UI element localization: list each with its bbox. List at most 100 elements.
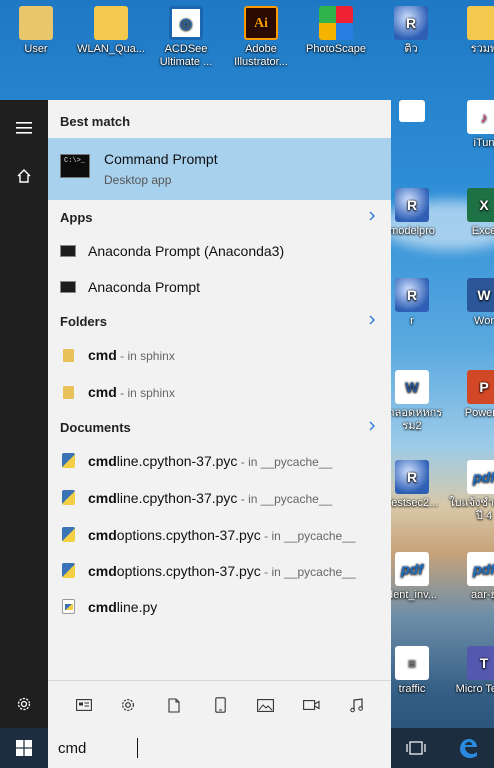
apps-heading: Apps (60, 210, 93, 225)
desktop-icon-powerpoint[interactable]: P PowerP (448, 370, 494, 420)
r-icon: R (395, 188, 429, 222)
taskbar (0, 728, 494, 768)
pdf-icon: pdf (395, 552, 429, 586)
desktop-icon-illustrator[interactable]: Ai Adobe Illustrator... (225, 6, 297, 69)
r-icon: R (395, 278, 429, 312)
folder-icon (63, 386, 74, 399)
list-item-label: cmdline.cpython-37.pyc - in __pycache__ (88, 453, 332, 469)
best-match-command-prompt[interactable]: C:\>_ Command Prompt Desktop app (48, 138, 391, 200)
folder-icon (94, 6, 128, 40)
start-rail (0, 100, 48, 728)
list-item-anaconda3[interactable]: Anaconda Prompt (Anaconda3) (48, 233, 391, 269)
python-file-icon (62, 453, 75, 468)
desktop-icon-label: Wor (474, 315, 494, 327)
settings-filter-icon[interactable] (118, 695, 138, 715)
location-text: - in __pycache__ (260, 529, 356, 543)
list-item-label: cmdoptions.cpython-37.pyc - in __pycache… (88, 563, 356, 579)
rest-text: options.cpython-37.pyc (116, 527, 261, 543)
desktop-icon-label: PowerP (464, 407, 494, 419)
match-text: cmd (88, 599, 117, 615)
home-icon[interactable] (0, 152, 48, 200)
desktop-icon-label: Micro Team (455, 683, 494, 695)
rest-text: line.py (116, 599, 158, 615)
documents-filter-icon[interactable] (164, 695, 184, 715)
edge-browser-icon[interactable] (444, 728, 492, 768)
list-item-label: cmdoptions.cpython-37.pyc - in __pycache… (88, 527, 356, 543)
list-item-label: Anaconda Prompt (88, 279, 201, 295)
command-prompt-icon: C:\>_ (60, 154, 90, 178)
desktop-icon-label: User (24, 43, 48, 55)
word-doc-icon: W (395, 370, 429, 404)
illustrator-icon: Ai (244, 6, 278, 40)
desktop-icon-ruam[interactable]: รวมพ (448, 6, 494, 56)
desktop-icon-label: WLAN_Qua... (77, 43, 145, 55)
location-text: - in __pycache__ (237, 455, 333, 469)
desktop-icon-acdsee[interactable]: ◎ ACDSee Ultimate ... (150, 6, 222, 69)
list-item-folder-cmd[interactable]: cmd - in sphinx (48, 337, 391, 373)
location-text: - in sphinx (116, 349, 175, 363)
desktop-icon-word[interactable]: W Wor (448, 278, 494, 328)
desktop-icon-label: aar-ยุ (470, 589, 494, 601)
text-caret (137, 738, 138, 758)
taskbar-search-box[interactable] (48, 728, 391, 768)
rest-text: line.cpython-37.pyc (116, 490, 238, 506)
desktop-icon-itunes[interactable]: ♪ iTun (448, 100, 494, 150)
match-text: cmd (88, 527, 117, 543)
apps-filter-icon[interactable] (74, 695, 94, 715)
list-item-document[interactable]: cmdline.py (48, 589, 391, 625)
best-match-subtitle: Desktop app (104, 173, 172, 187)
match-text: cmd (88, 563, 117, 579)
search-input[interactable] (58, 737, 378, 759)
apps-chevron-right-icon[interactable] (367, 211, 377, 221)
list-item-folder-cmd[interactable]: cmd - in sphinx (48, 374, 391, 410)
desktop-icon-photoscape[interactable]: PhotoScape (300, 6, 372, 56)
photoscape-icon (319, 6, 353, 40)
desktop-icon-pdf-term[interactable]: pdf ใบแจ้งชำเทอม ปี 4 (448, 460, 494, 523)
desktop-icon-user[interactable]: User (0, 6, 72, 56)
r-icon: R (395, 460, 429, 494)
folder-icon (63, 349, 74, 362)
task-view-icon[interactable] (392, 728, 440, 768)
windows-start-icon[interactable] (0, 728, 48, 768)
desktop-icon-label: ใบแจ้งชำเทอม ปี 4 (449, 497, 494, 522)
music-filter-icon[interactable] (347, 695, 367, 715)
excel-icon: X (467, 188, 494, 222)
command-prompt-icon-text: C:\>_ (64, 157, 86, 165)
search-results-panel: Best match C:\>_ Command Prompt Desktop … (48, 100, 391, 728)
desktop-icon-excel[interactable]: X Exce (448, 188, 494, 238)
teams-icon: T (467, 646, 494, 680)
pdf-icon: pdf (467, 552, 494, 586)
list-item-label: Anaconda Prompt (Anaconda3) (88, 243, 285, 259)
list-item-document[interactable]: cmdoptions.cpython-37.pyc - in __pycache… (48, 517, 391, 553)
list-item-anaconda[interactable]: Anaconda Prompt (48, 269, 391, 305)
desktop-icon-wlan[interactable]: WLAN_Qua... (75, 6, 147, 56)
folders-heading: Folders (60, 314, 107, 329)
desktop-icon-pdf-aar[interactable]: pdf aar-ยุ (448, 552, 494, 602)
photos-filter-icon[interactable] (255, 695, 275, 715)
desktop-icon-label: ติว (404, 43, 418, 55)
match-text: cmd (88, 453, 117, 469)
desktop-icon-tiw[interactable]: R ติว (375, 6, 447, 56)
rest-text: line.cpython-37.pyc (116, 453, 238, 469)
phone-filter-icon[interactable] (210, 695, 230, 715)
desktop-icon-teams[interactable]: T Micro Team (448, 646, 494, 696)
folders-chevron-right-icon[interactable] (367, 315, 377, 325)
hamburger-menu-icon[interactable] (0, 104, 48, 152)
list-item-document[interactable]: cmdoptions.cpython-37.pyc - in __pycache… (48, 553, 391, 589)
terminal-icon (60, 281, 76, 293)
text-file-icon: ≡ (395, 646, 429, 680)
best-match-title: Command Prompt (104, 151, 218, 167)
list-item-label: cmd - in sphinx (88, 347, 175, 363)
settings-gear-icon[interactable] (0, 680, 48, 728)
match-text: cmd (88, 384, 117, 400)
list-item-document[interactable]: cmdline.cpython-37.pyc - in __pycache__ (48, 443, 391, 479)
folder-icon (467, 6, 494, 40)
videos-filter-icon[interactable] (301, 695, 321, 715)
list-item-label: cmdline.py (88, 599, 157, 615)
itunes-icon: ♪ (467, 100, 494, 134)
documents-chevron-right-icon[interactable] (367, 421, 377, 431)
list-item-document[interactable]: cmdline.cpython-37.pyc - in __pycache__ (48, 480, 391, 516)
rest-text: options.cpython-37.pyc (116, 563, 261, 579)
desktop-icon-label: Exce (471, 225, 494, 237)
terminal-icon (60, 245, 76, 257)
